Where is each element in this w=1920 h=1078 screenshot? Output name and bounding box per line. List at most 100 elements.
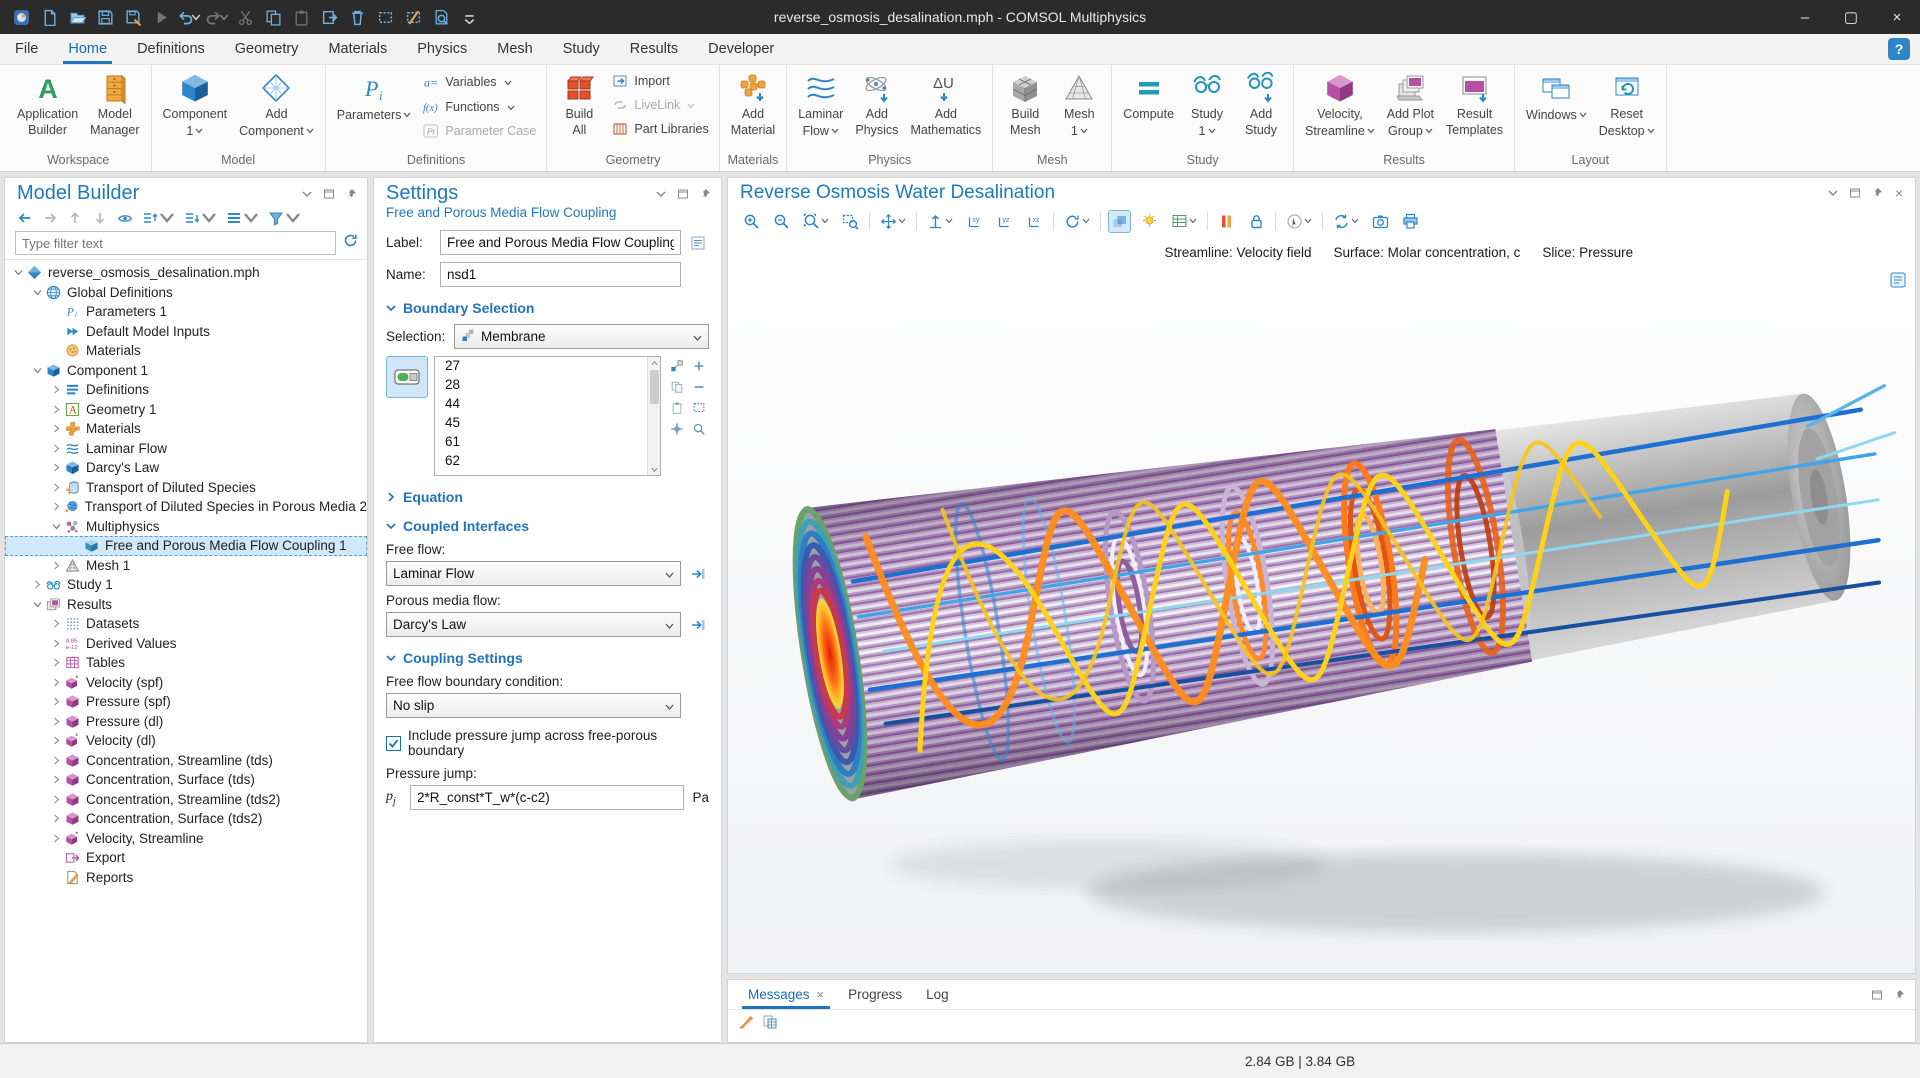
bc-combobox[interactable]: No slip <box>386 693 681 718</box>
expand-arrow-icon[interactable] <box>49 463 64 472</box>
zoom-in-icon[interactable] <box>740 210 763 233</box>
collapse-arrow-icon[interactable] <box>30 288 45 297</box>
tree-item-pressure-spf[interactable]: Pressure (spf) <box>5 692 367 712</box>
label-input[interactable] <box>440 230 681 255</box>
zoom-extents-icon[interactable] <box>800 209 832 233</box>
component-1-button[interactable]: Component 1 <box>158 69 233 150</box>
collapse-arrow-icon[interactable] <box>30 600 45 609</box>
expand-arrow-icon[interactable] <box>49 736 64 745</box>
tab-progress[interactable]: Progress <box>836 980 914 1009</box>
selection-plus-icon[interactable] <box>689 356 709 375</box>
membrane-module-3d-view[interactable] <box>728 237 1915 973</box>
tree-item-concentration-streamline-tds[interactable]: Concentration, Streamline (tds) <box>5 751 367 771</box>
expand-arrow-icon[interactable] <box>49 678 64 687</box>
close-panel-icon[interactable]: × <box>1891 185 1907 201</box>
selection-copy-icon[interactable] <box>667 377 687 396</box>
zoom-out-icon[interactable] <box>770 210 793 233</box>
zoom-box-icon[interactable] <box>839 210 862 233</box>
pin-panel-icon[interactable] <box>697 186 713 202</box>
expand-arrow-icon[interactable] <box>49 405 64 414</box>
color-legend-icon[interactable] <box>1215 210 1238 233</box>
save-icon[interactable] <box>92 4 118 30</box>
maximize-button[interactable]: ▢ <box>1828 0 1874 34</box>
close-button[interactable]: × <box>1874 0 1920 34</box>
pressure-jump-input[interactable] <box>410 785 684 810</box>
show-eye-icon[interactable] <box>117 210 133 226</box>
expand-arrow-icon[interactable] <box>49 775 64 784</box>
tree-item-materials[interactable]: Materials <box>5 341 367 361</box>
view-yz-icon[interactable]: yz <box>993 210 1016 233</box>
select-mode-icon[interactable] <box>1283 209 1315 233</box>
add-plot-group-button[interactable]: Add Plot Group <box>1382 69 1439 150</box>
view-xy-icon[interactable]: xy <box>963 210 986 233</box>
import-button[interactable]: Import <box>607 72 712 90</box>
tree-item-free-and-porous-media-flow-coupling-1[interactable]: Free and Porous Media Flow Coupling 1 <box>5 536 367 556</box>
tree-item-concentration-surface-tds2[interactable]: Concentration, Surface (tds2) <box>5 809 367 829</box>
menu-tab-geometry[interactable]: Geometry <box>220 34 314 64</box>
scroll-up-icon[interactable] <box>648 357 661 369</box>
tree-filter-input[interactable] <box>15 231 336 255</box>
list-scrollbar[interactable] <box>647 357 660 475</box>
tree-item-datasets[interactable]: Datasets <box>5 614 367 634</box>
expand-arrow-icon[interactable] <box>49 814 64 823</box>
add-mathematics-button[interactable]: ΔUAdd Mathematics <box>905 69 986 150</box>
name-input[interactable] <box>440 262 681 287</box>
expand-arrow-icon[interactable] <box>49 483 64 492</box>
move-down-icon[interactable] <box>92 210 108 226</box>
tree-item-derived-values[interactable]: 8.85e-12Derived Values <box>5 634 367 654</box>
add-study-button[interactable]: Add Study <box>1235 69 1287 150</box>
close-tab-icon[interactable]: × <box>817 987 825 1002</box>
expand-arrow-icon[interactable] <box>49 444 64 453</box>
add-component-button[interactable]: Add Component <box>234 69 319 150</box>
tree-item-study-1[interactable]: Study 1 <box>5 575 367 595</box>
panel-menu-icon[interactable] <box>653 186 669 202</box>
part-libraries-button[interactable]: Part Libraries <box>607 120 712 138</box>
tree-item-materials[interactable]: Materials <box>5 419 367 439</box>
expand-arrow-icon[interactable] <box>49 561 64 570</box>
section-equation[interactable]: Equation <box>386 489 709 505</box>
tree-item-definitions[interactable]: Definitions <box>5 380 367 400</box>
collapse-all-icon[interactable] <box>184 210 217 226</box>
selection-minus-icon[interactable] <box>689 377 709 396</box>
tab-log[interactable]: Log <box>914 980 961 1009</box>
model-manager-button[interactable]: Model Manager <box>85 69 144 150</box>
laminar-flow-button[interactable]: Laminar Flow <box>793 69 848 150</box>
float-panel-icon[interactable] <box>675 186 691 202</box>
tree-item-laminar-flow[interactable]: Laminar Flow <box>5 439 367 459</box>
expand-all-icon[interactable] <box>142 210 175 226</box>
duplicate-icon[interactable] <box>316 4 342 30</box>
tree-item-velocity-streamline[interactable]: *Velocity, Streamline <box>5 829 367 849</box>
refresh-icon[interactable] <box>342 232 359 254</box>
expand-arrow-icon[interactable] <box>49 658 64 667</box>
compute-button[interactable]: Compute <box>1118 69 1179 150</box>
tree-item-darcy-s-law[interactable]: Darcy's Law <box>5 458 367 478</box>
go-to-view-icon[interactable] <box>877 209 909 233</box>
go-to-source-icon[interactable] <box>687 563 709 585</box>
delete-icon[interactable] <box>344 4 370 30</box>
pressure-jump-checkbox[interactable] <box>386 736 401 751</box>
tree-item-velocity-spf[interactable]: *Velocity (spf) <box>5 673 367 693</box>
select-box-icon[interactable] <box>372 4 398 30</box>
add-physics-button[interactable]: Add Physics <box>850 69 903 150</box>
customize-toolbar-icon[interactable] <box>456 4 482 30</box>
tree-item-pressure-dl[interactable]: Pressure (dl) <box>5 712 367 732</box>
run-icon[interactable] <box>148 4 174 30</box>
boundary-entity[interactable]: 45 <box>435 414 660 433</box>
expand-arrow-icon[interactable] <box>49 795 64 804</box>
boundary-entity-list[interactable]: 272844456162 <box>434 356 661 476</box>
variables-button[interactable]: a=Variables <box>418 72 540 92</box>
functions-button[interactable]: f(x)Functions <box>418 97 540 117</box>
section-coupled-interfaces[interactable]: Coupled Interfaces <box>386 518 709 534</box>
tree-item-transport-of-diluted-species-in-porous-media-2[interactable]: Transport of Diluted Species in Porous M… <box>5 497 367 517</box>
expand-arrow-icon[interactable] <box>30 580 45 589</box>
velocity-streamline-button[interactable]: Velocity, Streamline <box>1300 69 1380 150</box>
print-icon[interactable] <box>1399 210 1422 233</box>
graphics-canvas[interactable]: Streamline: Velocity fieldSurface: Molar… <box>728 237 1915 973</box>
view-xz-icon[interactable]: xz <box>1023 210 1046 233</box>
expand-arrow-icon[interactable] <box>49 502 63 511</box>
reset-desktop-button[interactable]: Reset Desktop <box>1594 69 1660 150</box>
minimize-button[interactable]: – <box>1782 0 1828 34</box>
tree-item-geometry-1[interactable]: AGeometry 1 <box>5 400 367 420</box>
move-up-icon[interactable] <box>67 210 83 226</box>
clear-selection-icon[interactable] <box>400 4 426 30</box>
